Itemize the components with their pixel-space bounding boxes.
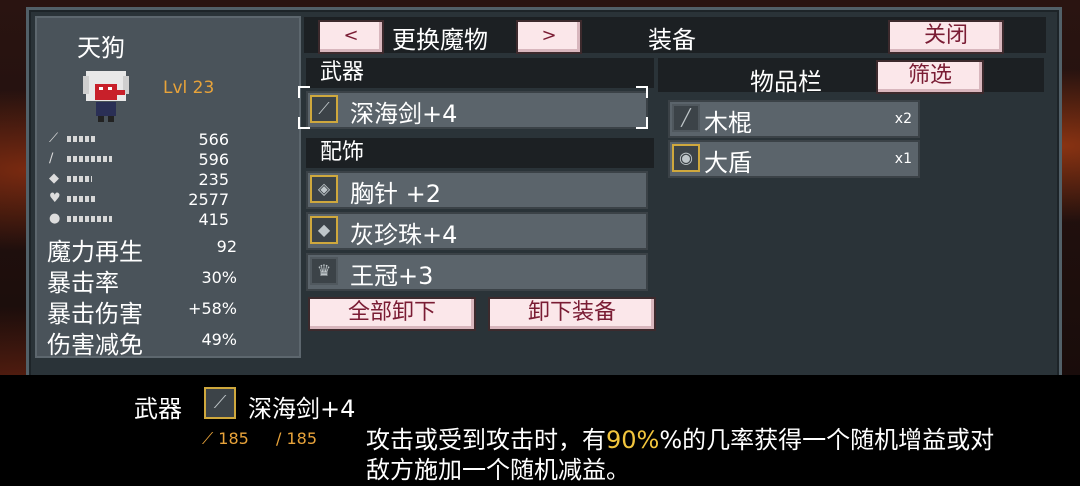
change-monster-title: 更换魔物	[392, 26, 488, 54]
sword-icon: ⟋	[49, 131, 59, 146]
inventory-item-name: 大盾	[704, 149, 752, 177]
stick-icon: ╱	[672, 104, 700, 132]
attribute-value: +58%	[188, 299, 237, 318]
stat-bar	[67, 156, 112, 162]
attribute-value: 92	[216, 237, 237, 256]
stat-value: 566	[198, 130, 229, 149]
attribute-row: 魔力再生 92	[47, 232, 297, 266]
close-button[interactable]: 关闭	[888, 20, 1004, 54]
accessory-name: 胸针 +2	[350, 180, 442, 208]
inventory-label: 物品栏	[750, 68, 822, 96]
inventory-item-qty: x1	[894, 151, 912, 167]
accessory-slot-2[interactable]: ◆ 灰珍珠+4	[306, 212, 648, 250]
tengu-avatar-icon	[83, 71, 129, 122]
inventory-header	[658, 58, 1044, 92]
crown-icon: ♛	[310, 257, 338, 285]
stat-bar	[67, 176, 92, 182]
magic-stat: / 185	[276, 429, 318, 448]
attribute-row: 伤害减免 49%	[47, 325, 297, 359]
pearl-icon: ◆	[310, 216, 338, 244]
attribute-label: 暴击伤害	[47, 300, 143, 328]
accessory-section-header: 配饰	[306, 138, 654, 168]
attribute-label: 暴击率	[47, 269, 119, 297]
info-item-name: 深海剑+4	[248, 395, 356, 423]
attribute-label: 伤害减免	[47, 331, 143, 359]
staff-icon: ∕	[49, 151, 54, 166]
inventory-item[interactable]: ╱ 木棍 x2	[668, 100, 920, 138]
shield-icon: ◆	[49, 171, 59, 186]
stat-value: 235	[198, 170, 229, 189]
item-description: 攻击或受到攻击时，有90%%的几率获得一个随机增益或对敌方施加一个随机减益。	[366, 425, 1006, 485]
equipment-title: 装备	[648, 26, 696, 54]
stat-row: ♥ 2577	[49, 190, 249, 209]
accessory-slot-1[interactable]: ◈ 胸针 +2	[306, 171, 648, 209]
filter-button[interactable]: 筛选	[876, 60, 984, 94]
big-shield-icon: ◉	[672, 144, 700, 172]
inventory-item-qty: x2	[894, 111, 912, 127]
attack-stat: ⟋ 185	[202, 429, 249, 448]
unequip-all-button[interactable]: 全部卸下	[308, 297, 476, 331]
stat-bar	[67, 136, 97, 142]
blade-icon: ⟋	[310, 95, 338, 123]
next-monster-button[interactable]: >	[516, 20, 582, 54]
selection-corner-br	[636, 117, 648, 129]
stat-value: 596	[198, 150, 229, 169]
monster-stats-panel: 天狗 Lvl 23 ⟋ 566 ∕ 596 ◆ 235 ♥ 2577 ● 415 魔力再生 92 暴击…	[35, 16, 301, 359]
attribute-row: 暴击率 30%	[47, 263, 297, 297]
weapon-section-header: 武器	[306, 58, 654, 88]
weapon-name: 深海剑+4	[350, 100, 458, 128]
accessory-name: 王冠+3	[350, 262, 434, 290]
magic-stat-value: 185	[286, 429, 318, 448]
weapon-slot[interactable]: ⟋ 深海剑+4	[306, 91, 648, 129]
stat-row: ∕ 596	[49, 150, 249, 169]
selection-corner-bl	[298, 117, 310, 129]
selection-corner-tr	[636, 86, 648, 98]
desc-text: 攻击或受到攻击时，有	[366, 426, 606, 454]
info-category: 武器	[134, 395, 182, 423]
stat-bar	[67, 196, 97, 202]
desc-chance: 90%	[606, 426, 660, 454]
attribute-value: 49%	[201, 330, 237, 349]
selection-corner-tl	[298, 86, 310, 98]
item-info-panel: 武器 ⟋ 深海剑+4 ⟋ 185 / 185 攻击或受到攻击时，有90%%的几率…	[0, 375, 1080, 486]
attribute-value: 30%	[201, 268, 237, 287]
attribute-row: 暴击伤害 +58%	[47, 294, 297, 328]
stat-row: ◆ 235	[49, 170, 249, 189]
attack-stat-value: 185	[218, 429, 249, 448]
accessory-name: 灰珍珠+4	[350, 221, 458, 249]
monster-name: 天狗	[77, 34, 125, 62]
stat-row: ● 415	[49, 210, 249, 229]
prev-monster-button[interactable]: <	[318, 20, 384, 54]
stat-value: 2577	[188, 190, 229, 209]
blade-icon: ⟋	[204, 387, 236, 419]
monster-level: Lvl 23	[163, 78, 215, 98]
stat-bar	[67, 216, 112, 222]
stat-row: ⟋ 566	[49, 130, 249, 149]
accessory-slot-3[interactable]: ♛ 王冠+3	[306, 253, 648, 291]
inventory-item-name: 木棍	[704, 109, 752, 137]
attribute-label: 魔力再生	[47, 238, 143, 266]
brooch-icon: ◈	[310, 175, 338, 203]
inventory-item[interactable]: ◉ 大盾 x1	[668, 140, 920, 178]
heart-icon: ♥	[49, 191, 61, 206]
mana-icon: ●	[49, 211, 61, 226]
unequip-button[interactable]: 卸下装备	[488, 297, 656, 331]
stat-value: 415	[198, 210, 229, 229]
